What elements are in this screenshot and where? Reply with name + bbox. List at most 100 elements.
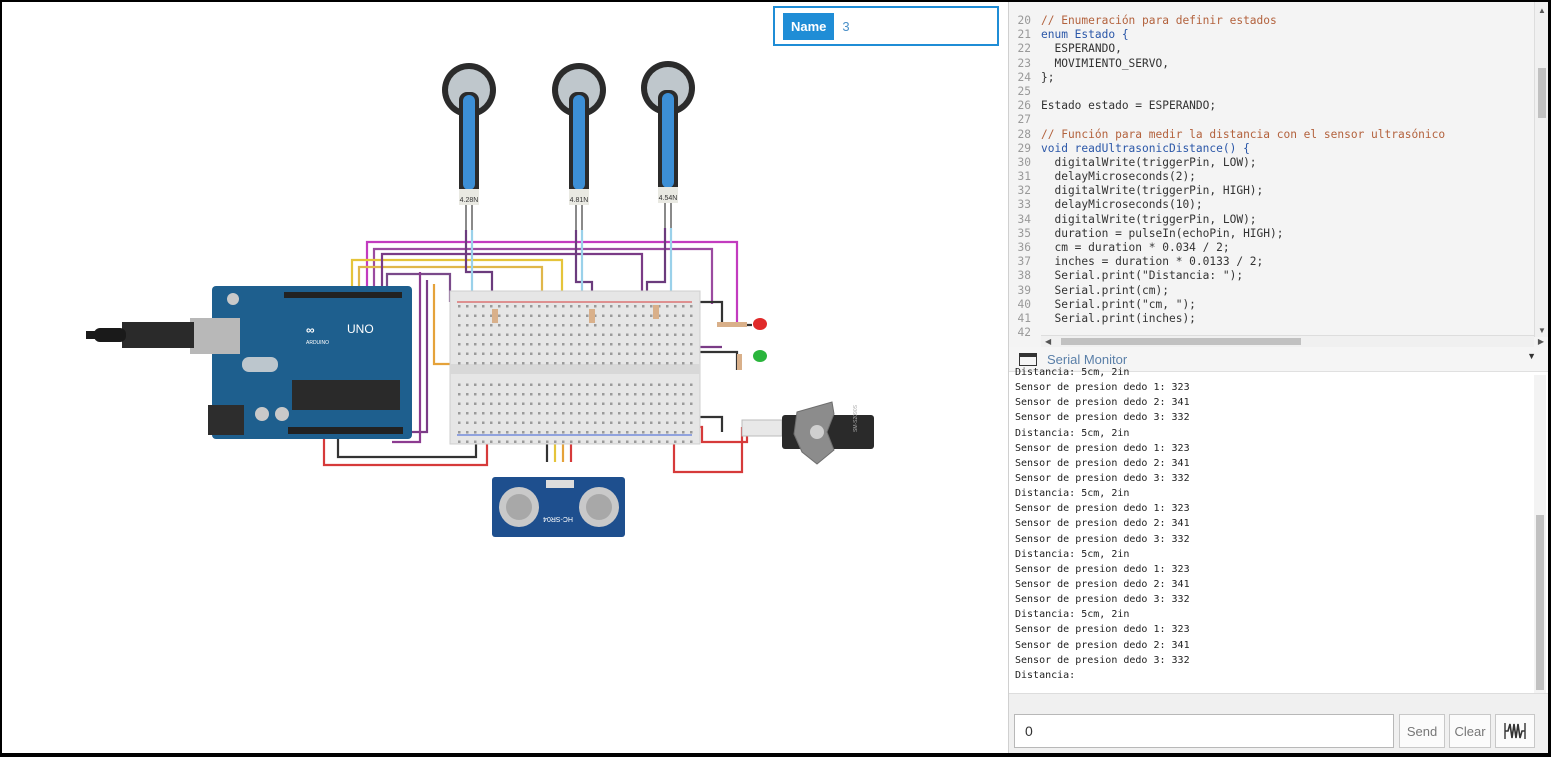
serial-line: Sensor de presion dedo 3: 332 — [1015, 472, 1190, 484]
code-editor[interactable]: 20 // Enumeración para definir estados 21 e… — [1008, 2, 1548, 347]
led-red[interactable] — [717, 318, 767, 330]
code-line[interactable]: 34 digitalWrite(triggerPin, LOW); — [1009, 213, 1534, 227]
serial-scrollbar[interactable] — [1534, 375, 1546, 695]
circuit-svg[interactable]: 4.28N 4.81N 4.54N ∞ UNO ARDUINO HC-SR04 … — [2, 2, 1006, 753]
code-text: // Función para medir la distancia con e… — [1041, 127, 1446, 141]
code-line[interactable]: 26 Estado estado = ESPERANDO; — [1009, 99, 1534, 113]
serial-line: Sensor de presion dedo 1: 323 — [1015, 442, 1190, 454]
code-line[interactable]: 33 delayMicroseconds(10); — [1009, 198, 1534, 212]
code-line[interactable]: 36 cm = duration * 0.034 / 2; — [1009, 241, 1534, 255]
code-text: cm = duration * 0.034 / 2; — [1041, 241, 1230, 254]
serial-line: Sensor de presion dedo 2: 341 — [1015, 578, 1190, 590]
servo-label: SM-S2090S — [853, 404, 859, 432]
scroll-left-icon[interactable]: ◀ — [1045, 337, 1051, 346]
code-line[interactable]: 39 Serial.print(cm); — [1009, 284, 1534, 298]
force-sensor-3[interactable] — [641, 61, 695, 228]
ultrasonic-sensor[interactable] — [492, 477, 625, 537]
code-vertical-scrollbar[interactable]: ▲ ▼ — [1534, 2, 1548, 337]
force-sensor-1-reading: 4.28N — [460, 197, 479, 204]
code-line[interactable]: 24}; — [1009, 71, 1534, 85]
code-line[interactable]: 40 Serial.print("cm, "); — [1009, 298, 1534, 312]
force-sensor-2-reading: 4.81N — [570, 197, 589, 204]
clear-button[interactable]: Clear — [1449, 714, 1491, 748]
scroll-down-icon[interactable]: ▼ — [1538, 326, 1546, 335]
usb-cable[interactable] — [86, 322, 194, 348]
serial-output: Distancia: 5cm, 2in Sensor de presion ded… — [1015, 365, 1532, 687]
code-line[interactable]: 25 — [1009, 85, 1534, 99]
code-text: delayMicroseconds(10); — [1041, 198, 1203, 212]
scroll-right-icon[interactable]: ▶ — [1538, 337, 1544, 346]
line-number: 28 — [1017, 127, 1031, 141]
code-line[interactable]: 27 — [1009, 113, 1534, 127]
code-line[interactable]: 23 MOVIMIENTO_SERVO, — [1009, 57, 1534, 71]
code-horizontal-scrollbar[interactable]: ◀ ▶ — [1041, 335, 1544, 347]
circuit-canvas[interactable]: 4.28N 4.81N 4.54N ∞ UNO ARDUINO HC-SR04 … — [2, 2, 1006, 753]
serial-line: Distancia: 5cm, 2in — [1015, 427, 1130, 439]
code-text: }; — [1041, 70, 1055, 84]
code-line[interactable]: 37 inches = duration * 0.0133 / 2; — [1009, 255, 1534, 269]
code-text: digitalWrite(triggerPin, LOW); — [1041, 212, 1257, 226]
serial-scroll-thumb[interactable] — [1536, 515, 1544, 690]
serial-line: Sensor de presion dedo 2: 341 — [1015, 639, 1190, 651]
code-line[interactable]: 28 // Función para medir la distancia con… — [1009, 128, 1534, 142]
monitor-icon — [1019, 352, 1037, 366]
resistor-3 — [653, 305, 659, 319]
line-number: 21 — [1017, 28, 1031, 42]
code-line[interactable]: 21 enum Estado { — [1009, 28, 1534, 42]
serial-line: Sensor de presion dedo 3: 332 — [1015, 412, 1190, 424]
code-line[interactable]: 29 void readUltrasonicDistance() { — [1009, 142, 1534, 156]
arduino-uno-board[interactable]: ∞ — [190, 286, 412, 439]
line-number: 23 — [1017, 56, 1031, 70]
line-number: 40 — [1017, 297, 1031, 311]
resistor-1 — [492, 309, 498, 323]
graph-toggle-button[interactable] — [1495, 714, 1535, 748]
name-label: Name — [783, 12, 835, 40]
code-line[interactable]: 20 // Enumeración para definir estados — [1009, 14, 1534, 28]
line-number: 41 — [1017, 311, 1031, 325]
line-number: 20 — [1017, 14, 1031, 27]
code-text: delayMicroseconds(2); — [1041, 170, 1196, 184]
scroll-up-icon[interactable]: ▲ — [1538, 6, 1546, 15]
serial-line: Distancia: 5cm, 2in — [1015, 488, 1130, 500]
serial-line: Sensor de presion dedo 1: 323 — [1015, 503, 1190, 515]
force-sensor-1[interactable] — [442, 63, 496, 230]
line-number: 22 — [1017, 42, 1031, 56]
ultrasonic-label: HC-SR04 — [543, 515, 573, 522]
led-green[interactable] — [737, 350, 767, 370]
code-line[interactable]: 31 delayMicroseconds(2); — [1009, 170, 1534, 184]
code-text: void readUltrasonicDistance() { — [1041, 141, 1250, 155]
serial-input-field[interactable]: 0 — [1014, 714, 1394, 748]
code-line[interactable]: 41 Serial.print(inches); — [1009, 312, 1534, 326]
line-number: 26 — [1017, 99, 1031, 113]
serial-line: Sensor de presion dedo 1: 323 — [1015, 563, 1190, 575]
code-text: ESPERANDO, — [1041, 42, 1122, 56]
code-text: duration = pulseIn(echoPin, HIGH); — [1041, 226, 1284, 240]
force-sensor-2[interactable] — [552, 63, 606, 230]
app-frame: 4.28N 4.81N 4.54N ∞ UNO ARDUINO HC-SR04 … — [2, 2, 1548, 753]
code-line[interactable]: 32 digitalWrite(triggerPin, HIGH); — [1009, 184, 1534, 198]
breadboard[interactable] — [449, 290, 701, 445]
code-text: Serial.print(inches); — [1041, 311, 1196, 325]
code-text: // Enumeración para definir estados — [1041, 14, 1277, 27]
code-line[interactable]: 38 Serial.print("Distancia: "); — [1009, 269, 1534, 283]
line-number: 38 — [1017, 269, 1031, 283]
code-line[interactable]: 35 duration = pulseIn(echoPin, HIGH); — [1009, 227, 1534, 241]
code-scroll-thumb[interactable] — [1538, 68, 1546, 118]
code-text: MOVIMIENTO_SERVO, — [1041, 56, 1169, 70]
code-lines[interactable]: 20 // Enumeración para definir estados 21 e… — [1009, 14, 1534, 340]
code-hscroll-thumb[interactable] — [1061, 338, 1301, 345]
code-line[interactable]: 22 ESPERANDO, — [1009, 42, 1534, 56]
serial-line: Sensor de presion dedo 2: 341 — [1015, 518, 1190, 530]
line-number: 42 — [1017, 326, 1031, 340]
name-panel[interactable]: Name 3 — [773, 6, 999, 46]
serial-line: Sensor de presion dedo 3: 332 — [1015, 594, 1190, 606]
name-value-input[interactable]: 3 — [834, 19, 849, 34]
serial-input-bar: 0 Send Clear — [1009, 693, 1548, 753]
resistor-2 — [589, 309, 595, 323]
serial-line: Distancia: 5cm, 2in — [1015, 367, 1130, 378]
send-button[interactable]: Send — [1399, 714, 1445, 748]
code-line[interactable]: 30 digitalWrite(triggerPin, LOW); — [1009, 156, 1534, 170]
collapse-chevron-icon[interactable]: ▼ — [1527, 351, 1536, 361]
code-text: Serial.print(cm); — [1041, 283, 1169, 297]
code-text: Serial.print("cm, "); — [1041, 297, 1196, 311]
